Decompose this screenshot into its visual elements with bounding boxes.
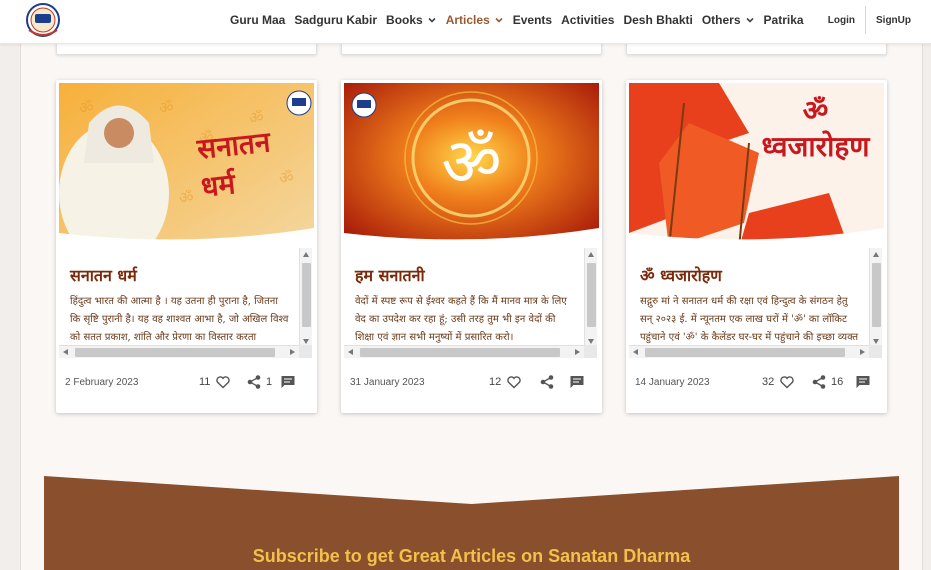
image-title: ॐ ध्वजारोहण (761, 94, 870, 163)
login-link[interactable]: Login (822, 15, 861, 26)
chevron-down-icon (495, 17, 503, 23)
nav-label: Books (386, 13, 423, 27)
article-image[interactable]: ॐॐॐ ॐॐॐ सनातन धर्म (59, 83, 314, 248)
image-title: सनातन धर्म (195, 125, 272, 204)
comment-icon (856, 376, 870, 388)
heart-icon (780, 376, 794, 389)
main-nav: Guru Maa Sadguru Kabir Books Articles Ev… (230, 0, 813, 40)
like-button[interactable]: 32 (762, 372, 795, 392)
comment-button[interactable] (280, 372, 296, 392)
nav-label: Others (701, 13, 741, 27)
share-icon (540, 375, 554, 389)
like-count: 11 (199, 376, 211, 388)
share-button[interactable] (539, 372, 555, 392)
nav-label: Guru Maa (230, 13, 286, 27)
nav-others[interactable]: Others (702, 13, 755, 27)
vertical-scrollbar[interactable] (584, 248, 597, 348)
article-excerpt[interactable]: सनातन धर्म हिंदुत्व भारत की आत्मा है । य… (59, 248, 314, 358)
nav-desh-bhakti[interactable]: Desh Bhakti (623, 13, 692, 27)
subscribe-heading: Subscribe to get Great Articles on Sanat… (252, 546, 691, 566)
chevron-down-icon (745, 17, 754, 23)
heart-icon (216, 376, 231, 389)
nav-guru-maa[interactable]: Guru Maa (230, 13, 285, 27)
article-footer: 31 January 2023 12 (341, 372, 602, 396)
article-date: 14 January 2023 (635, 377, 710, 388)
horizontal-scrollbar[interactable] (59, 345, 299, 358)
share-button[interactable]: 16 (811, 372, 843, 392)
like-count: 32 (762, 376, 775, 388)
scroll-corner (299, 345, 312, 358)
share-icon (247, 375, 261, 389)
horizontal-scrollbar[interactable] (629, 345, 869, 358)
nav-sadguru-kabir[interactable]: Sadguru Kabir (294, 13, 377, 27)
horizontal-scrollbar[interactable] (344, 345, 584, 358)
article-image[interactable]: ॐ ध्वजारोहण (629, 83, 884, 248)
article-date: 31 January 2023 (350, 377, 425, 388)
comment-button[interactable] (855, 372, 871, 392)
article-text: हिंदुत्व भारत की आत्मा है । यह उतना ही प… (70, 296, 289, 343)
share-count: 1 (266, 376, 273, 388)
nav-label: Articles (445, 13, 490, 27)
svg-text:ॐ: ॐ (179, 188, 194, 207)
scroll-corner (584, 345, 597, 358)
article-image[interactable]: ॐ (344, 83, 599, 248)
gyan-logo[interactable] (25, 0, 61, 40)
nav-label: Sadguru Kabir (294, 13, 378, 27)
article-footer: 14 January 2023 32 16 (626, 372, 887, 396)
signup-link[interactable]: SignUp (870, 15, 917, 26)
article-title[interactable]: हम सनातनी (355, 264, 425, 286)
svg-text:ॐ: ॐ (79, 98, 94, 117)
image-title: ॐ (441, 124, 502, 201)
article-card[interactable]: ॐ ध्वजारोहण ॐ ध्वजारोहण सद्गुरु मां ने स… (626, 80, 887, 413)
article-date: 2 February 2023 (65, 377, 139, 388)
nav-label: Desh Bhakti (623, 13, 693, 27)
nav-books[interactable]: Books (386, 13, 437, 27)
nav-label: Events (512, 13, 553, 27)
comment-button[interactable] (569, 372, 585, 392)
nav-label: Activities (561, 13, 615, 27)
nav-events[interactable]: Events (513, 13, 552, 27)
nav-activities[interactable]: Activities (561, 13, 614, 27)
nav-label: Patrika (763, 13, 804, 27)
article-text: वेदों में स्पष्ट रूप से ईश्वर कहते हैं क… (355, 296, 567, 343)
vertical-scrollbar[interactable] (869, 248, 882, 348)
comment-icon (281, 376, 295, 388)
article-footer: 2 February 2023 11 1 (56, 372, 317, 396)
auth-links: Login SignUp (822, 6, 917, 34)
like-count: 12 (489, 376, 502, 388)
article-card[interactable]: ॐॐॐ ॐॐॐ सनातन धर्म सनातन धर्म हिंदुत्व भ… (56, 80, 317, 413)
nav-patrika[interactable]: Patrika (764, 13, 804, 27)
article-title[interactable]: सनातन धर्म (70, 264, 137, 286)
share-count: 16 (831, 376, 844, 388)
chevron-down-icon (428, 17, 436, 23)
article-title[interactable]: ॐ ध्वजारोहण (640, 264, 722, 286)
site-header: Guru Maa Sadguru Kabir Books Articles Ev… (0, 0, 931, 44)
article-excerpt[interactable]: हम सनातनी वेदों में स्पष्ट रूप से ईश्वर … (344, 248, 599, 358)
heart-icon (507, 376, 521, 389)
like-button[interactable]: 11 (199, 372, 231, 392)
divider (865, 6, 866, 34)
comment-icon (570, 376, 584, 388)
svg-text:ॐ: ॐ (159, 98, 174, 117)
scroll-corner (869, 345, 882, 358)
share-button[interactable]: 1 (246, 372, 272, 392)
article-excerpt[interactable]: ॐ ध्वजारोहण सद्गुरु मां ने सनातन धर्म की… (629, 248, 884, 358)
vertical-scrollbar[interactable] (299, 248, 312, 348)
like-button[interactable]: 12 (489, 372, 522, 392)
nav-articles[interactable]: Articles (446, 13, 504, 27)
share-icon (812, 375, 826, 389)
article-card[interactable]: ॐ हम सनातनी वेदों में स्पष्ट रूप से ईश्व… (341, 80, 602, 413)
